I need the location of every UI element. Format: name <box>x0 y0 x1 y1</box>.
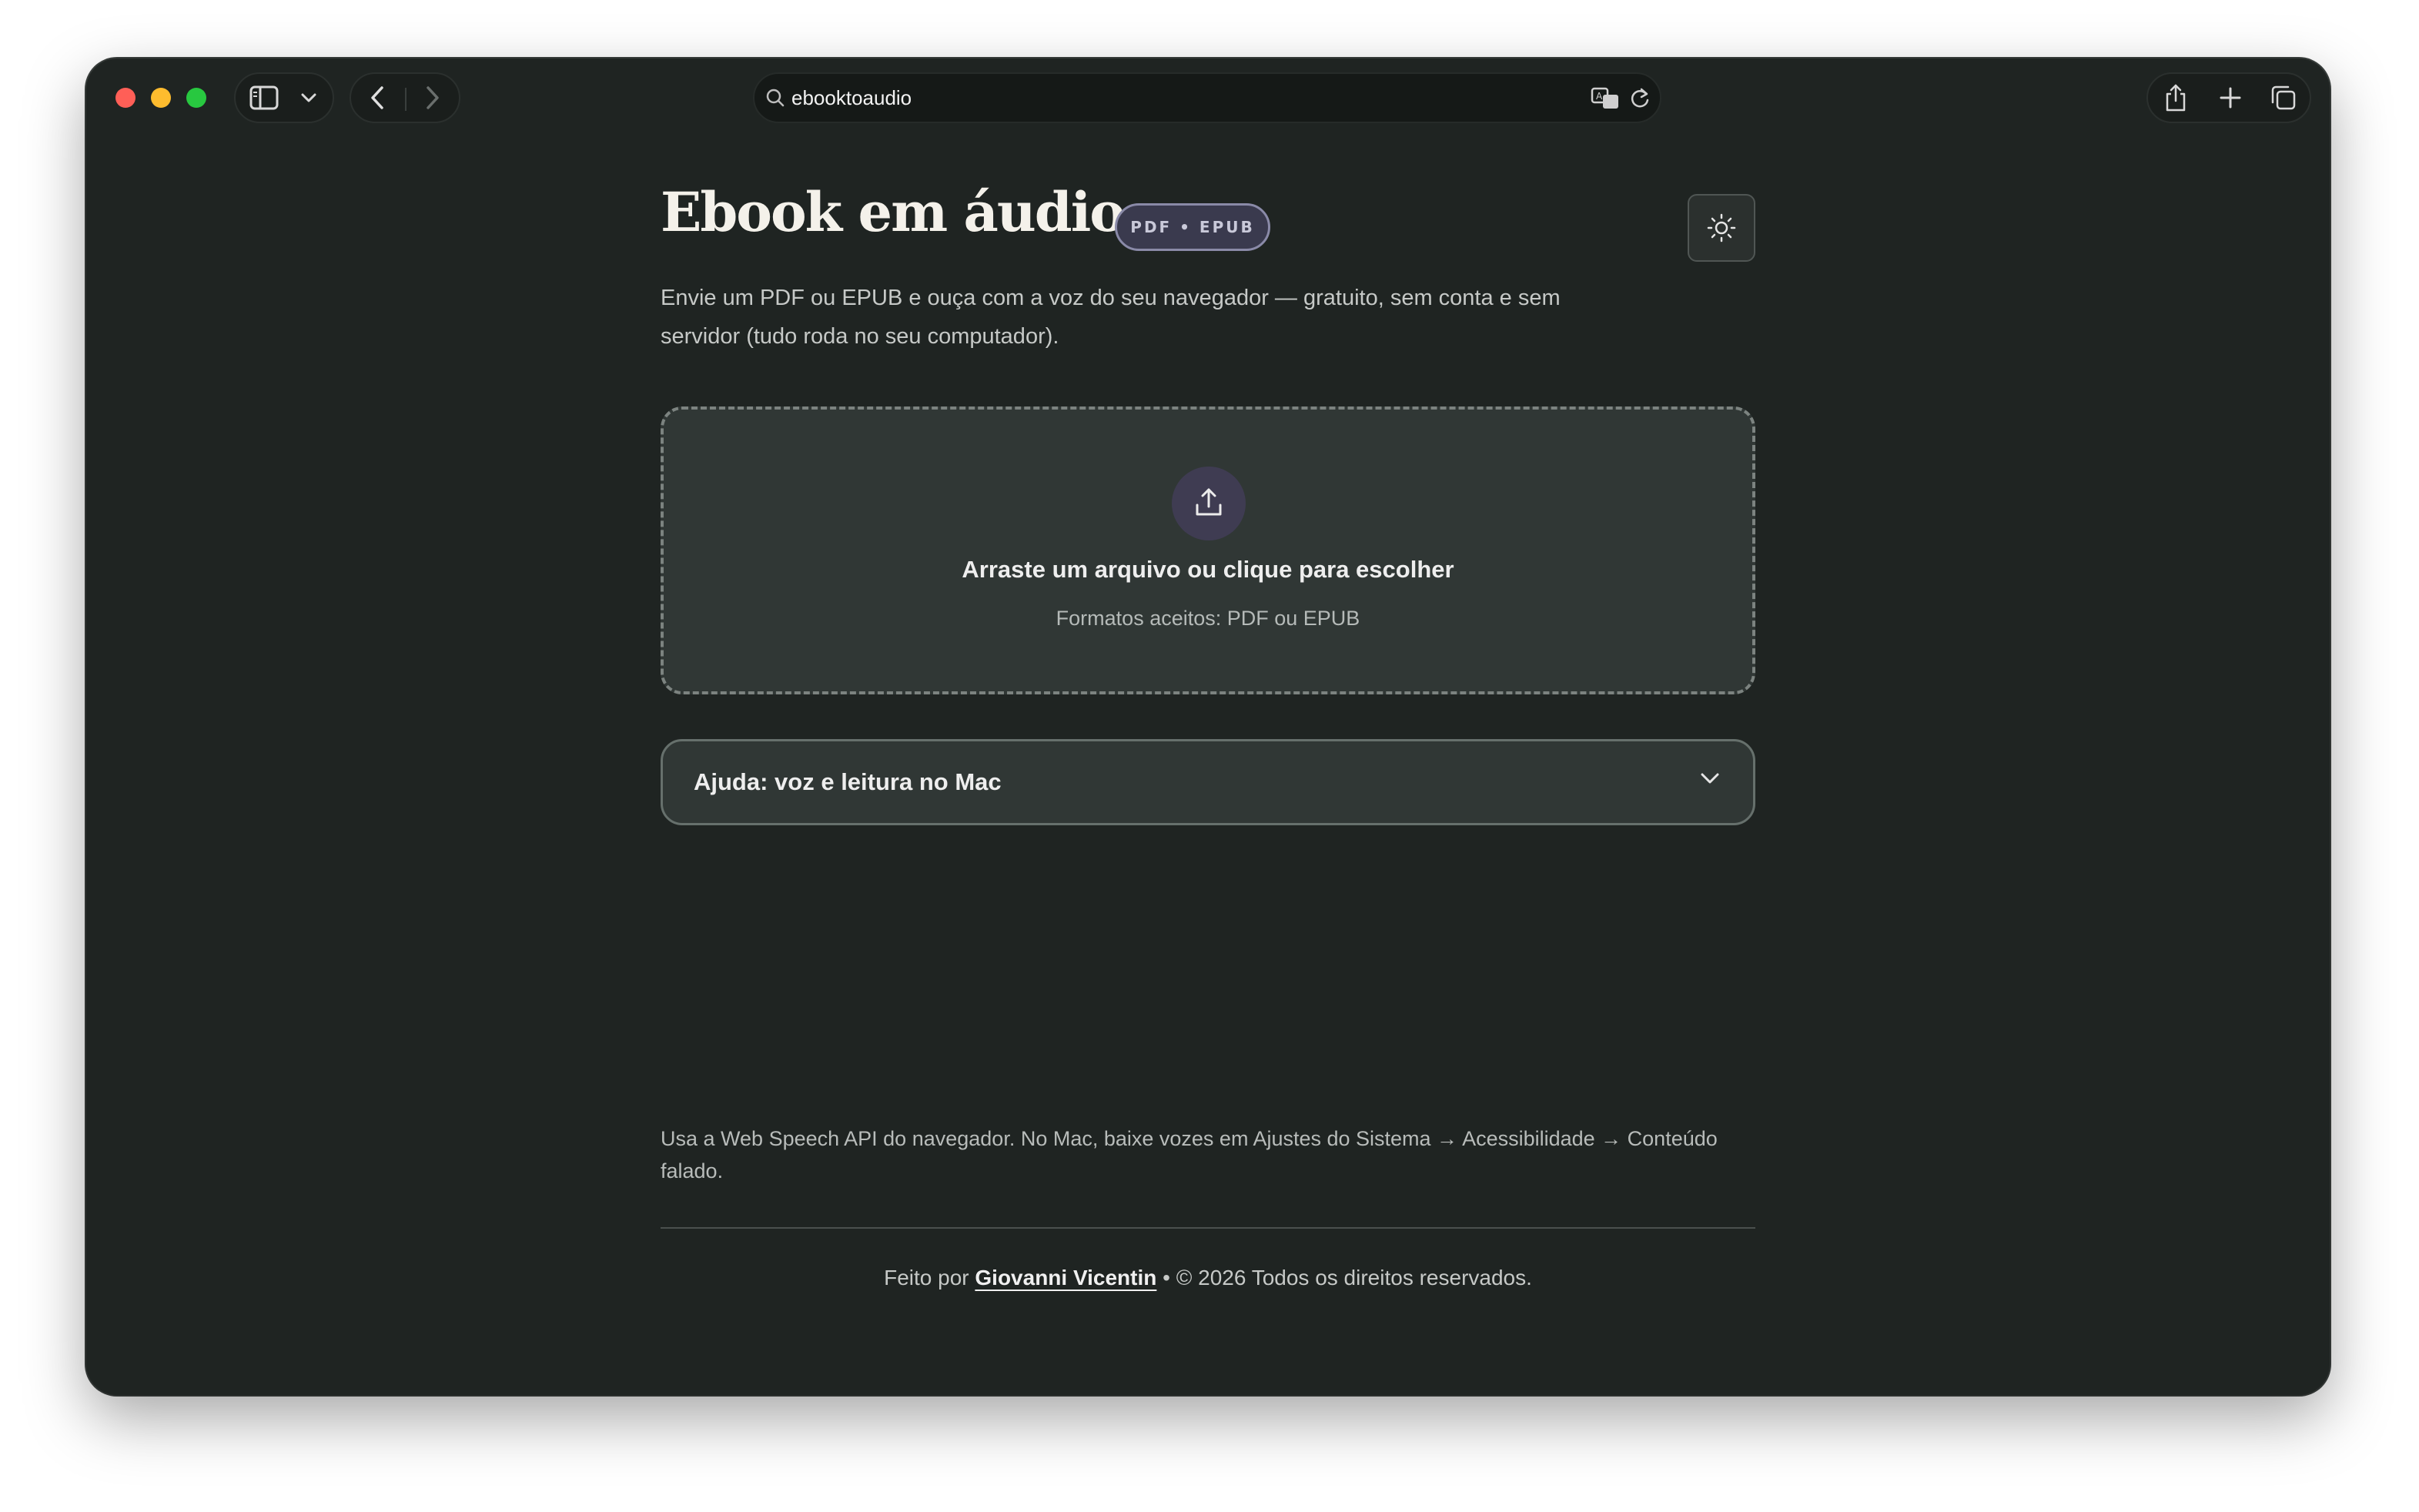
translate-icon[interactable]: A <box>1591 85 1621 110</box>
close-window-button[interactable] <box>115 88 136 108</box>
search-icon <box>766 89 785 107</box>
speech-api-note: Usa a Web Speech API do navegador. No Ma… <box>661 1127 1718 1183</box>
footer-prefix: Feito por <box>884 1266 969 1290</box>
sun-icon <box>1707 213 1736 243</box>
browser-actions <box>2146 72 2311 123</box>
nav-divider <box>405 88 407 111</box>
author-link[interactable]: Giovanni Vicentin <box>975 1266 1156 1290</box>
chevron-down-icon[interactable] <box>1699 771 1721 785</box>
footer: Feito por Giovanni Vicentin • © 2026 Tod… <box>661 1266 1755 1290</box>
address-text: ebooktoaudio <box>791 86 912 109</box>
upload-icon <box>1196 488 1222 516</box>
theme-toggle-button[interactable] <box>1688 194 1755 262</box>
share-icon[interactable] <box>2163 83 2188 112</box>
tab-overview-icon[interactable] <box>2270 84 2297 112</box>
dropzone-title: Arraste um arquivo ou clique para escolh… <box>962 556 1454 583</box>
footer-divider <box>661 1227 1755 1229</box>
page-subtitle: Envie um PDF ou EPUB e ouça com a voz do… <box>661 286 1561 349</box>
sidebar-toggle-group <box>234 72 334 123</box>
help-accordion-label: Ajuda: voz e leitura no Mac <box>694 768 1002 795</box>
address-bar[interactable]: ebooktoaudio A <box>753 72 1661 123</box>
footer-copyright: • © 2026 Todos os direitos reservados. <box>1163 1266 1532 1290</box>
new-tab-icon[interactable] <box>2219 86 2242 109</box>
back-icon[interactable] <box>370 85 385 110</box>
reload-icon[interactable] <box>1629 86 1651 109</box>
minimize-window-button[interactable] <box>151 88 171 108</box>
svg-text:A: A <box>1596 91 1603 102</box>
browser-toolbar: ebooktoaudio A <box>86 59 2330 135</box>
file-dropzone[interactable]: Arraste um arquivo ou clique para escolh… <box>661 406 1755 694</box>
format-badge: PDF • EPUB <box>1115 203 1270 251</box>
sidebar-icon[interactable] <box>249 85 279 110</box>
navigation-group <box>350 72 460 123</box>
dropzone-formats: Formatos aceitos: PDF ou EPUB <box>1056 607 1360 630</box>
page-title: Ebook em áudio <box>661 180 1126 244</box>
chevron-down-icon[interactable] <box>300 92 317 103</box>
help-accordion[interactable]: Ajuda: voz e leitura no Mac <box>661 739 1755 825</box>
zoom-window-button[interactable] <box>186 88 206 108</box>
browser-window: ebooktoaudio A Ebook em áudio PDF • EPUB… <box>86 59 2330 1395</box>
forward-icon[interactable] <box>425 85 440 110</box>
upload-icon-wrapper <box>1172 467 1246 540</box>
